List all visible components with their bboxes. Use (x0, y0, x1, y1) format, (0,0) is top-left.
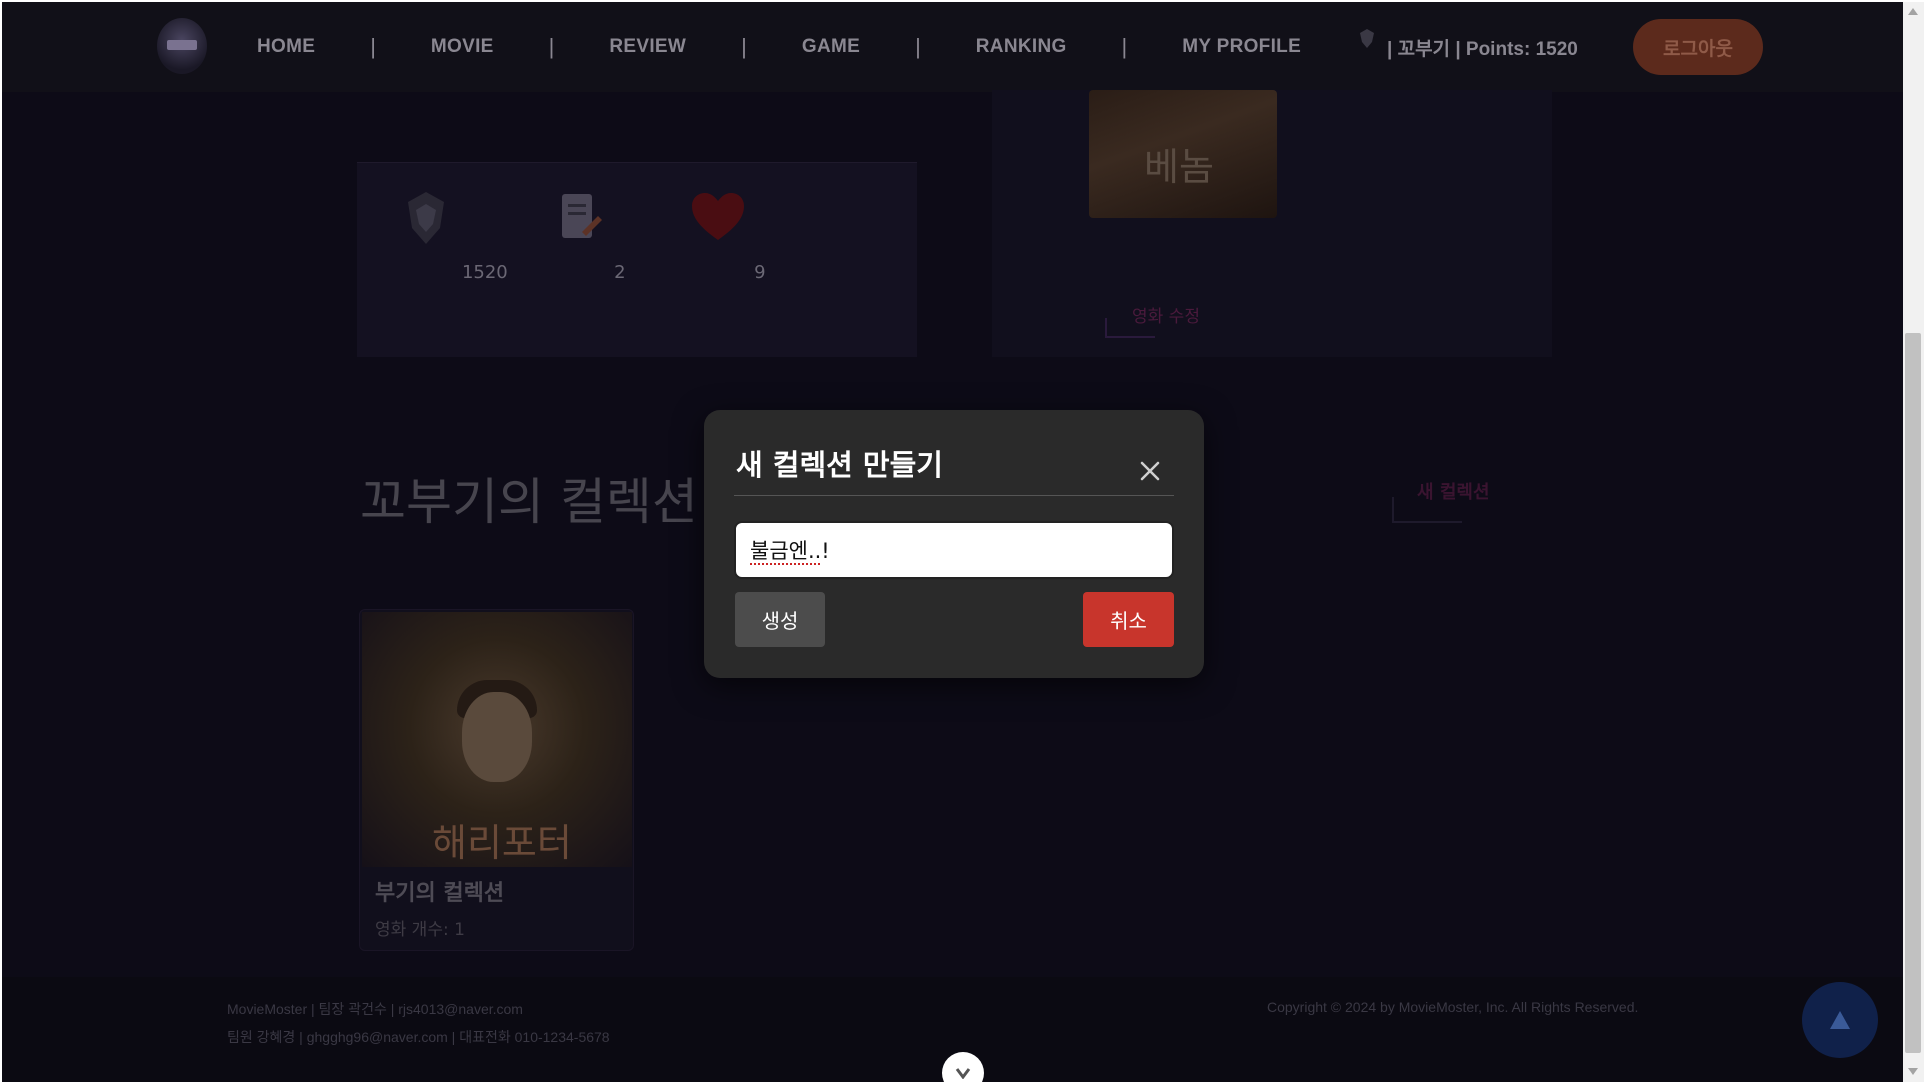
profile-stats-card: 1520 2 9 (357, 162, 917, 357)
collection-name-input[interactable] (734, 521, 1174, 579)
review-note-icon (562, 194, 603, 238)
create-button[interactable]: 생성 (735, 592, 825, 647)
collection-poster-title: 해리포터 (432, 821, 572, 865)
nav-separator: | (1121, 34, 1128, 59)
modal-divider (734, 495, 1174, 496)
nav-separator: | (915, 34, 921, 59)
close-icon[interactable] (1139, 460, 1161, 482)
user-points-text: | 꼬부기 | Points: 1520 (1387, 38, 1578, 60)
heart-icon (692, 193, 745, 240)
nav-movie[interactable]: MOVIE (431, 36, 494, 58)
nav-ranking[interactable]: RANKING (976, 36, 1067, 58)
scroll-to-top-button[interactable] (1802, 982, 1878, 1058)
collection-section-title: 꼬부기의 컬렉션 (360, 473, 698, 531)
stat-reviews-value: 2 (614, 262, 626, 283)
movie-poster-title: 베놈 (1144, 145, 1214, 189)
poster-figure (462, 692, 532, 782)
user-info: | 꼬부기 | Points: 1520 (1357, 2, 1578, 92)
logout-button[interactable]: 로그아웃 (1633, 19, 1763, 75)
stat-points-value: 1520 (461, 262, 508, 283)
user-badge-icon (1360, 29, 1374, 48)
nav-review[interactable]: REVIEW (609, 36, 686, 58)
cancel-button[interactable]: 취소 (1083, 592, 1174, 647)
footer-contact-line-1: MovieMoster | 팀장 곽건수 | rjs4013@naver.com (227, 1001, 523, 1017)
collection-poster: 해리포터 (362, 612, 632, 867)
stat-likes-value: 9 (754, 262, 766, 283)
chevron-down-icon (955, 1068, 971, 1080)
movie-poster[interactable]: 베놈 (1089, 90, 1277, 218)
nav-separator: | (548, 34, 555, 59)
scrollbar-thumb[interactable] (1905, 333, 1921, 1053)
scrollbar-down-arrow[interactable] (1908, 1068, 1918, 1075)
nav-separator: | (741, 34, 747, 59)
nav-separator: | (370, 34, 376, 59)
navbar: HOME | MOVIE | REVIEW | GAME | RANKING |… (2, 2, 1903, 92)
collection-movie-count: 영화 개수: 1 (375, 920, 465, 940)
collection-name: 부기의 컬렉션 (375, 881, 505, 906)
new-collection-button[interactable]: 새 컬렉션 (1417, 478, 1490, 504)
edit-movies-link[interactable]: 영화 수정 (1132, 302, 1200, 327)
arrow-up-icon (1830, 1011, 1850, 1029)
stat-reviews: 2 (527, 188, 647, 283)
spellcheck-underline (750, 563, 820, 565)
nav-my-profile[interactable]: MY PROFILE (1182, 36, 1301, 58)
nav-menu: HOME | MOVIE | REVIEW | GAME | RANKING |… (257, 2, 1301, 92)
nav-home[interactable]: HOME (257, 36, 315, 58)
liked-movies-card: 베놈 영화 수정 (992, 90, 1552, 357)
rank-emblem-icon (408, 192, 445, 244)
page-viewport: HOME | MOVIE | REVIEW | GAME | RANKING |… (2, 2, 1903, 1082)
modal-title: 새 컬렉션 만들기 (736, 448, 943, 482)
scrollbar-up-arrow[interactable] (1908, 8, 1918, 15)
new-collection-modal: 새 컬렉션 만들기 생성 취소 (704, 410, 1204, 678)
stat-likes: 9 (667, 188, 787, 283)
stat-points: 1520 (392, 188, 512, 283)
nav-game[interactable]: GAME (802, 36, 860, 58)
footer-copyright: Copyright © 2024 by MovieMoster, Inc. Al… (1267, 999, 1639, 1015)
footer-contact-line-2: 팀원 강혜경 | ghgghg96@naver.com | 대표전화 010-1… (227, 1029, 610, 1045)
collection-card[interactable]: 해리포터 부기의 컬렉션 영화 개수: 1 (359, 609, 634, 951)
site-logo[interactable] (157, 18, 207, 74)
